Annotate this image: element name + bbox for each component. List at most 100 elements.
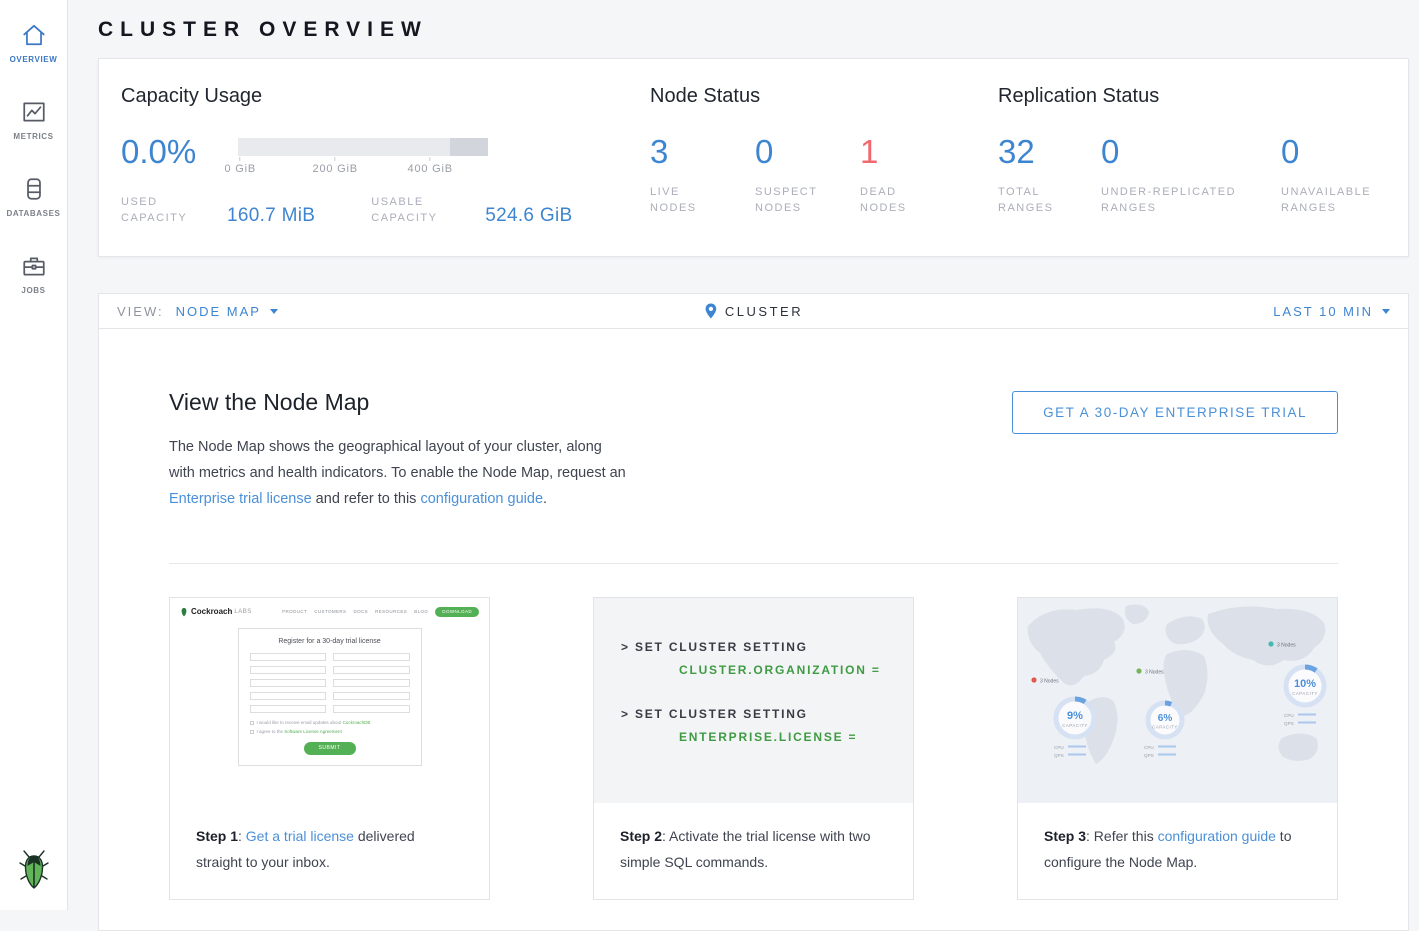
mock-site-nav: PRODUCT CUSTOMERS DOCS RESOURCES BLOG DO… [275, 607, 479, 617]
location-pin-icon [704, 303, 717, 319]
nav-item: PRODUCT [282, 609, 307, 614]
cluster-capacity-label: CAPACITY [1292, 691, 1318, 696]
capacity-tick-400: 400 GiB [408, 163, 453, 175]
cpu-label: CPU [1284, 713, 1294, 718]
enterprise-trial-button[interactable]: GET A 30-DAY ENTERPRISE TRIAL [1012, 391, 1338, 434]
suspect-nodes-stat: 0 SUSPECT NODES [755, 135, 860, 216]
get-trial-license-link[interactable]: Get a trial license [246, 828, 354, 844]
view-selected-value: NODE MAP [176, 304, 261, 319]
page-title: CLUSTER OVERVIEW [98, 18, 1409, 42]
qps-label: QPS [1054, 753, 1064, 758]
node-status-title: Node Status [650, 85, 998, 108]
brand-text: Cockroach [191, 607, 232, 616]
caption-text: : [238, 828, 246, 844]
mock-checkbox-link: CockroachDB [343, 720, 371, 725]
description-text: and refer to this [312, 491, 421, 507]
live-nodes-value: 3 [650, 135, 755, 168]
usable-capacity-label: USABLE CAPACITY [371, 194, 455, 226]
step-2-card: > SET CLUSTER SETTING CLUSTER.ORGANIZATI… [593, 597, 914, 900]
cluster-capacity-percent: 10% [1294, 678, 1316, 690]
step-2-code-block: > SET CLUSTER SETTING CLUSTER.ORGANIZATI… [594, 598, 913, 803]
configuration-guide-link[interactable]: configuration guide [1158, 828, 1276, 844]
unavailable-ranges-stat: 0 UNAVAILABLE RANGES [1281, 135, 1411, 216]
step-label: Step 1 [196, 828, 238, 844]
sql-command-line: > SET CLUSTER SETTING [621, 707, 913, 721]
mock-checkbox-link: Software License Agreement [284, 729, 342, 734]
capacity-used-percent: 0.0% [121, 135, 196, 168]
cluster-label: CLUSTER [725, 304, 803, 319]
description-text: The Node Map shows the geographical layo… [169, 439, 626, 481]
step-1-card: Cockroach LABS PRODUCT CUSTOMERS DOCS RE… [169, 597, 490, 900]
sidebar-item-label: METRICS [13, 132, 53, 141]
step-label: Step 2 [620, 828, 662, 844]
dead-nodes-value: 1 [860, 135, 965, 168]
qps-label: QPS [1284, 721, 1294, 726]
view-selector-dropdown[interactable]: VIEW: NODE MAP [117, 304, 278, 319]
cluster-capacity-percent: 9% [1067, 710, 1083, 722]
cluster-summary-card: Capacity Usage 0.0% 0 GiB 200 GiB 400 Gi… [98, 58, 1409, 257]
suspect-nodes-label: SUSPECT NODES [755, 184, 825, 216]
sidebar-item-label: DATABASES [7, 209, 61, 218]
cluster-node-count: 3 Nodes [1277, 642, 1296, 648]
step-3-card: 3 Nodes 9% CAPACITY CPU QPS 3 Nodes [1017, 597, 1338, 900]
metrics-icon [21, 99, 47, 125]
sql-setting-line: CLUSTER.ORGANIZATION = [679, 663, 913, 677]
cluster-node-count: 3 Nodes [1040, 678, 1059, 684]
briefcase-icon [21, 253, 47, 279]
nav-item: BLOG [414, 609, 428, 614]
sidebar-item-label: OVERVIEW [10, 55, 58, 64]
view-toolbar: VIEW: NODE MAP CLUSTER LAST 10 MIN [98, 293, 1409, 329]
total-ranges-value: 32 [998, 135, 1101, 168]
sidebar-item-overview[interactable]: OVERVIEW [0, 12, 67, 74]
capacity-usage-section: Capacity Usage 0.0% 0 GiB 200 GiB 400 Gi… [121, 85, 650, 226]
configuration-guide-link[interactable]: configuration guide [420, 491, 543, 507]
used-capacity-value: 160.7 MiB [227, 206, 315, 226]
nav-item: DOCS [353, 609, 368, 614]
live-nodes-label: LIVE NODES [650, 184, 708, 216]
brand-suffix: LABS [234, 609, 251, 615]
enterprise-trial-license-link[interactable]: Enterprise trial license [169, 491, 312, 507]
used-capacity-label: USED CAPACITY [121, 194, 197, 226]
caption-text: : Refer this [1086, 828, 1158, 844]
cluster-capacity-percent: 6% [1158, 713, 1173, 724]
under-replicated-ranges-label: UNDER-REPLICATED RANGES [1101, 184, 1253, 216]
section-divider [169, 563, 1338, 564]
cpu-label: CPU [1144, 745, 1154, 750]
nav-item: RESOURCES [375, 609, 407, 614]
node-map-title: View the Node Map [169, 389, 631, 416]
qps-label: QPS [1144, 753, 1154, 758]
node-map-card: View the Node Map The Node Map shows the… [98, 329, 1409, 931]
sidebar: OVERVIEW METRICS DATABASES JOBS [0, 0, 68, 910]
step-2-caption: Step 2: Activate the trial license with … [594, 803, 913, 899]
node-status-section: Node Status 3 LIVE NODES 0 SUSPECT NODES… [650, 85, 998, 226]
description-text: . [543, 491, 547, 507]
mock-form-title: Register for a 30-day trial license [250, 638, 410, 645]
sidebar-item-label: JOBS [21, 286, 45, 295]
sidebar-item-databases[interactable]: DATABASES [0, 166, 67, 228]
sidebar-item-metrics[interactable]: METRICS [0, 89, 67, 151]
step-3-caption: Step 3: Refer this configuration guide t… [1018, 803, 1337, 899]
usable-capacity-value: 524.6 GiB [485, 206, 572, 226]
capacity-usage-title: Capacity Usage [121, 85, 650, 108]
capacity-tick-200: 200 GiB [313, 163, 358, 175]
time-range-value: LAST 10 MIN [1273, 304, 1373, 319]
unavailable-ranges-value: 0 [1281, 135, 1411, 168]
suspect-nodes-value: 0 [755, 135, 860, 168]
under-replicated-ranges-value: 0 [1101, 135, 1281, 168]
dead-nodes-stat: 1 DEAD NODES [860, 135, 965, 216]
cluster-capacity-label: CAPACITY [1062, 723, 1088, 728]
total-ranges-stat: 32 TOTAL RANGES [998, 135, 1101, 216]
main-content: CLUSTER OVERVIEW Capacity Usage 0.0% 0 G… [68, 0, 1419, 931]
live-nodes-stat: 3 LIVE NODES [650, 135, 755, 216]
sidebar-item-jobs[interactable]: JOBS [0, 243, 67, 305]
chevron-down-icon [270, 309, 278, 314]
total-ranges-label: TOTAL RANGES [998, 184, 1060, 216]
node-map-intro: View the Node Map The Node Map shows the… [169, 375, 631, 527]
mock-download-button: DOWNLOAD [435, 607, 479, 617]
view-label: VIEW: [117, 304, 164, 319]
time-range-dropdown[interactable]: LAST 10 MIN [1273, 304, 1390, 319]
unavailable-ranges-label: UNAVAILABLE RANGES [1281, 184, 1381, 216]
roach-icon [180, 607, 188, 617]
under-replicated-ranges-stat: 0 UNDER-REPLICATED RANGES [1101, 135, 1281, 216]
database-icon [21, 176, 47, 202]
